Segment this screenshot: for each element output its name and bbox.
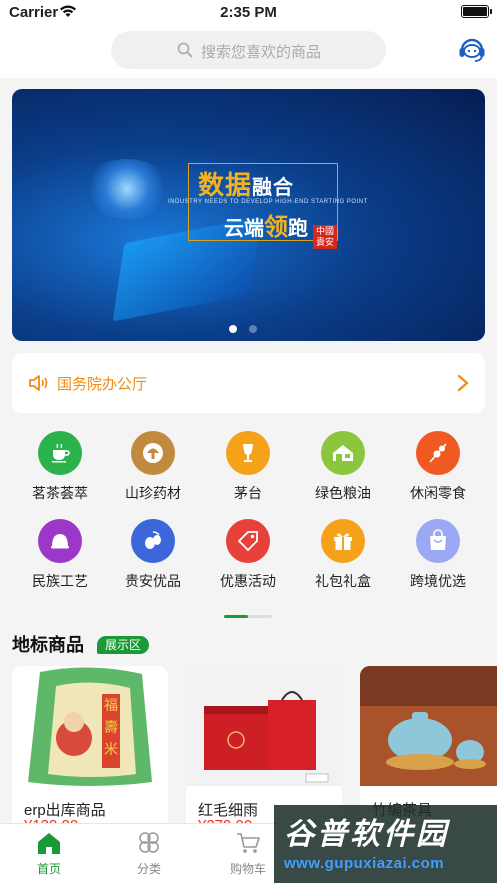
product-image (186, 666, 342, 786)
product-image: 福 壽 米 (12, 666, 168, 786)
tab-label: 分类 (136, 862, 161, 876)
category-label: 跨境优选 (410, 573, 466, 589)
product-image (360, 666, 497, 786)
category-label: 山珍药材 (125, 485, 181, 501)
category-item[interactable]: 民族工艺 (15, 519, 105, 599)
notice-text: 国务院办公厅 (57, 376, 148, 393)
banner-dot[interactable] (249, 325, 257, 333)
category-label: 民族工艺 (32, 573, 88, 589)
tab-label: 购物车 (229, 862, 266, 876)
svg-text:福: 福 (104, 698, 118, 714)
category-item[interactable]: 礼包礼盒 (298, 519, 388, 599)
watermark-title: 谷普软件园 (284, 818, 449, 851)
tab-category[interactable]: 分类 (114, 830, 184, 877)
search-icon (177, 42, 193, 58)
category-item[interactable]: 茗茶荟萃 (15, 431, 105, 511)
category-item[interactable]: 跨境优选 (393, 519, 483, 599)
tab-label: 首页 (36, 862, 61, 876)
banner-seal: 中國貴安 (313, 225, 337, 249)
banner-lens-graphic (82, 159, 172, 219)
category-item[interactable]: 休闲零食 (393, 431, 483, 511)
tab-cart[interactable]: 购物车 (213, 830, 283, 877)
section-title: 地标商品 (12, 635, 84, 655)
banner-dot-active[interactable] (229, 325, 237, 333)
speaker-icon (29, 375, 48, 391)
svg-text:壽: 壽 (104, 720, 118, 736)
category-label: 茗茶荟萃 (32, 485, 88, 501)
chevron-right-icon[interactable] (457, 374, 469, 392)
category-label: 优惠活动 (220, 573, 276, 589)
banner-subtitle: INDUSTRY NEEDS TO DEVELOP HIGH-END START… (168, 199, 368, 205)
cart-icon (237, 833, 260, 853)
section-tag: 展示区 (97, 636, 150, 654)
category-label: 绿色粮油 (315, 485, 371, 501)
skewer-icon (416, 431, 460, 475)
watermark-url: www.gupuxiazai.com (284, 855, 445, 872)
notice-bar[interactable]: 国务院办公厅 (12, 353, 485, 413)
tab-home[interactable]: 首页 (14, 830, 84, 877)
svg-text:米: 米 (104, 742, 118, 758)
tea-cup-icon (38, 431, 82, 475)
banner-line2: 云端领跑 (224, 214, 308, 241)
headset-icon[interactable] (458, 34, 486, 64)
olive-icon (131, 519, 175, 563)
banner-title: 数据融合 (198, 170, 295, 200)
category-item[interactable]: 绿色粮油 (298, 431, 388, 511)
category-item[interactable]: 山珍药材 (108, 431, 198, 511)
category-page-indicator-active (224, 615, 248, 618)
category-label: 休闲零食 (410, 485, 466, 501)
bag-icon (416, 519, 460, 563)
battery-icon (461, 5, 492, 18)
hat-icon (38, 519, 82, 563)
category-item[interactable]: 茅台 (203, 431, 293, 511)
banner-carousel[interactable]: 数据融合 INDUSTRY NEEDS TO DEVELOP HIGH-END … (12, 89, 485, 341)
category-label: 礼包礼盒 (315, 573, 371, 589)
wine-glass-icon (226, 431, 270, 475)
house-icon (321, 431, 365, 475)
search-placeholder: 搜索您喜欢的商品 (201, 44, 322, 61)
search-input[interactable]: 搜索您喜欢的商品 (111, 31, 386, 69)
tag-icon (226, 519, 270, 563)
category-label: 贵安优品 (125, 573, 181, 589)
mushroom-icon (131, 431, 175, 475)
category-icon (139, 832, 159, 853)
gift-icon (321, 519, 365, 563)
category-label: 茅台 (234, 485, 262, 501)
watermark-logo: 谷普软件园 www.gupuxiazai.com (274, 805, 497, 883)
category-item[interactable]: 贵安优品 (108, 519, 198, 599)
category-item[interactable]: 优惠活动 (203, 519, 293, 599)
header: 搜索您喜欢的商品 (0, 26, 497, 78)
clock: 2:35 PM (220, 4, 277, 21)
status-bar: Carrier 2:35 PM (0, 0, 497, 26)
home-icon (38, 833, 60, 854)
